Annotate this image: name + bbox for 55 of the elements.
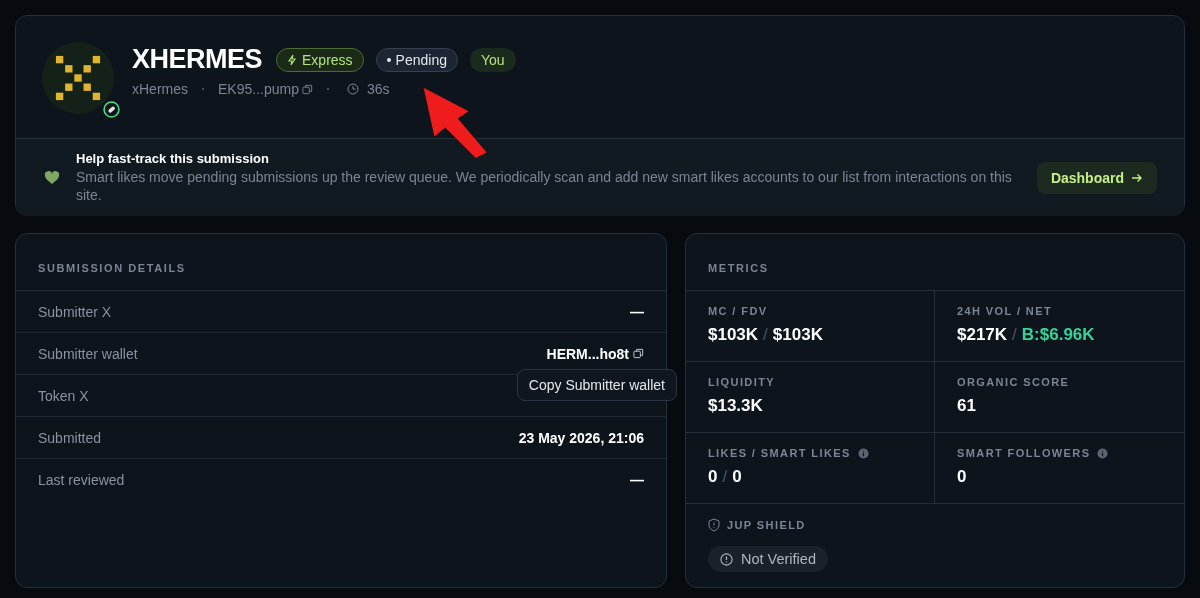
row-label: Submitter wallet xyxy=(38,345,138,362)
metric-label: MC / FDV xyxy=(708,305,768,317)
row-label: Submitted xyxy=(38,429,102,446)
metric-label: SMART FOLLOWERS xyxy=(957,447,1091,459)
info-icon[interactable] xyxy=(1097,447,1109,459)
copy-icon[interactable] xyxy=(633,348,644,359)
notice-text: Smart likes move pending submissions up the review queue. We periodically scan and add new smart likes accounts to our list from interactions on this site. xyxy=(76,168,1013,204)
pill-icon xyxy=(103,100,120,118)
metric-label: ORGANIC SCORE xyxy=(957,376,1070,388)
metric-value: 0 xyxy=(732,467,742,487)
value-separator: / xyxy=(763,325,768,345)
dashboard-button[interactable]: Dashboard xyxy=(1036,161,1157,194)
metric-value: B:$6.96K xyxy=(1021,325,1095,345)
pixel-x-icon xyxy=(55,54,101,101)
arrow-icon xyxy=(1131,171,1143,184)
value-separator: / xyxy=(1012,325,1017,345)
wallet-address: HERM...ho8t xyxy=(546,345,629,362)
status-badge: You xyxy=(470,47,516,72)
metric-value: $103K xyxy=(708,325,759,345)
section-title: METRICS xyxy=(686,234,1184,291)
metric-value: $103K xyxy=(772,325,823,345)
clock-icon xyxy=(346,83,359,95)
metric-label: LIKES / SMART LIKES xyxy=(708,447,851,459)
verification-badge: Not Verified xyxy=(708,546,828,572)
token-age: 36s xyxy=(366,81,390,97)
row-value: — xyxy=(630,303,644,320)
metric-value: 0 xyxy=(708,467,718,487)
row-value: — xyxy=(630,471,644,488)
section-title: SUBMISSION DETAILS xyxy=(16,234,666,291)
heart-icon xyxy=(44,170,60,185)
token-address: EK95...pump xyxy=(218,81,299,97)
row-label: Submitter X xyxy=(38,303,112,320)
metric-value: $217K xyxy=(957,325,1008,345)
value-separator: / xyxy=(722,467,728,487)
status-badge: Pending xyxy=(375,47,458,72)
status-dot xyxy=(386,57,391,62)
shield-icon xyxy=(708,518,720,532)
bolt-icon xyxy=(287,53,298,66)
metric-value: 0 xyxy=(957,467,967,487)
metric-label: 24H VOL / NET xyxy=(957,305,1053,317)
info-icon[interactable] xyxy=(857,447,869,459)
metric-value: $13.3K xyxy=(708,396,763,416)
row-label: Token X xyxy=(38,387,89,404)
metric-label: LIQUIDITY xyxy=(708,376,775,388)
tooltip: Copy Submitter wallet xyxy=(516,368,677,401)
status-badge: Express xyxy=(276,47,364,72)
metric-value: 61 xyxy=(957,396,976,416)
token-name: XHERMES xyxy=(132,44,263,75)
row-label: Last reviewed xyxy=(38,471,125,488)
row-value: 23 May 2026, 21:06 xyxy=(518,429,644,446)
notice-title: Help fast-track this submission xyxy=(76,151,270,166)
metric-label: JUP SHIELD xyxy=(727,519,806,531)
alert-icon xyxy=(720,552,733,566)
copy-icon[interactable] xyxy=(301,83,313,95)
token-handle: xHermes xyxy=(132,81,188,97)
